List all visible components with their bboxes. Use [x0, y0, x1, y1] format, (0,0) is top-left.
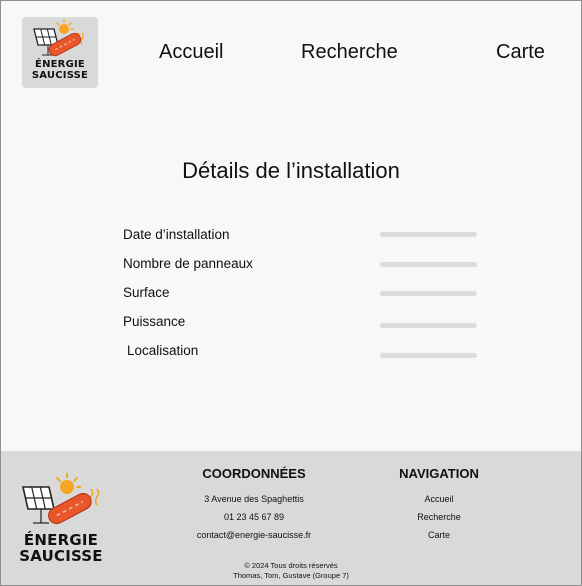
header-logo-line2: SAUCISSE	[31, 70, 89, 81]
footer: ÉNERGIE SAUCISSE COORDONNÉES 3 Avenue de…	[1, 451, 581, 585]
nav-link-carte[interactable]: Carte	[496, 41, 545, 64]
footer-solar-sausage-icon	[21, 473, 100, 525]
detail-value-date	[380, 232, 477, 237]
footer-authors: Thomas, Tom, Gustave (Groupe 7)	[233, 571, 349, 580]
footer-link-accueil[interactable]: Accueil	[389, 494, 489, 504]
footer-phone: 01 23 45 67 89	[223, 512, 285, 522]
page-title: Détails de l’installation	[182, 158, 400, 183]
detail-label-panels: Nombre de panneaux	[123, 256, 253, 271]
footer-email[interactable]: contact@energie-saucisse.fr	[169, 530, 339, 540]
detail-value-surface	[380, 291, 477, 296]
detail-value-location	[380, 353, 477, 358]
detail-label-surface: Surface	[123, 285, 170, 300]
detail-value-power	[380, 323, 477, 328]
header-logo[interactable]: ÉNERGIE SAUCISSE	[22, 17, 98, 88]
footer-navigation-heading: NAVIGATION	[399, 466, 479, 481]
detail-label-power: Puissance	[123, 314, 186, 329]
footer-link-carte[interactable]: Carte	[389, 530, 489, 540]
nav-link-accueil[interactable]: Accueil	[159, 41, 223, 64]
nav-link-recherche[interactable]: Recherche	[301, 41, 398, 64]
detail-label-location: Localisation	[127, 343, 199, 358]
detail-value-panels	[380, 262, 477, 267]
footer-copyright: © 2024 Tous droits réservés	[244, 561, 338, 570]
header-logo-line1: ÉNERGIE	[35, 59, 85, 70]
footer-logo-line2: SAUCISSE	[19, 547, 103, 565]
footer-address: 3 Avenue des Spaghettis	[204, 494, 304, 504]
footer-link-recherche[interactable]: Recherche	[389, 512, 489, 522]
footer-contact-heading: COORDONNÉES	[202, 466, 306, 481]
detail-label-date: Date d’installation	[123, 227, 230, 242]
